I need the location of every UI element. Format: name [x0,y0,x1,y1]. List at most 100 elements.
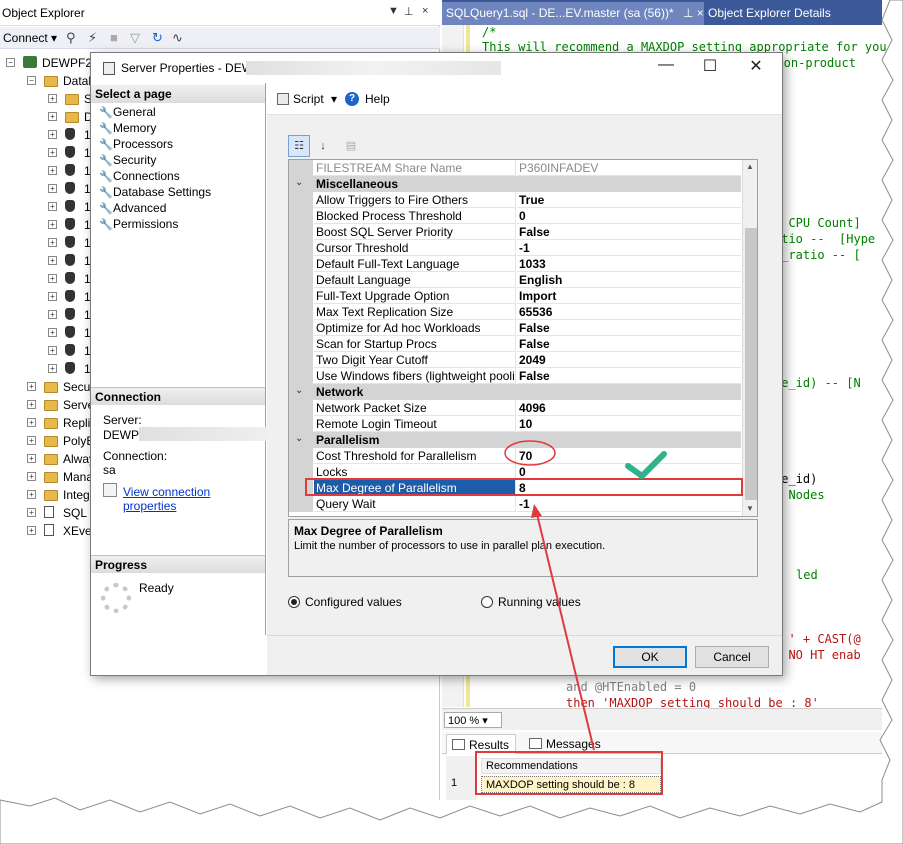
page-item-database-settings[interactable]: 🔧Database Settings [99,185,211,201]
expand-icon[interactable]: + [27,508,36,517]
property-row[interactable]: Boost SQL Server Priority False [289,224,741,240]
property-value[interactable]: 70 [517,448,741,464]
collapse-category-icon[interactable]: ⌄ [295,433,303,444]
close-dialog-icon[interactable]: ✕ [741,56,771,76]
refresh-icon[interactable]: ↻ [152,30,163,46]
property-value[interactable]: 10 [517,416,741,432]
property-row[interactable]: Two Digit Year Cutoff 2049 [289,352,741,368]
page-item-advanced[interactable]: 🔧Advanced [99,201,167,217]
expand-icon[interactable]: + [27,436,36,445]
zoom-select[interactable]: 100 % ▾ [444,712,502,728]
radio-configured-values[interactable]: Configured values [288,595,402,609]
property-value[interactable]: False [517,368,741,384]
expand-icon[interactable]: + [27,382,36,391]
property-row[interactable]: Optimize for Ad hoc Workloads False [289,320,741,336]
expand-icon[interactable]: + [48,148,57,157]
expand-icon[interactable]: + [27,454,36,463]
page-item-general[interactable]: 🔧General [99,105,156,121]
expand-icon[interactable]: + [48,364,57,373]
property-value[interactable]: Import [517,288,741,304]
expand-icon[interactable]: + [48,202,57,211]
expand-icon[interactable]: + [48,220,57,229]
property-row[interactable]: Remote Login Timeout 10 [289,416,741,432]
tab-object-explorer-details[interactable]: Object Explorer Details [704,2,882,25]
expand-icon[interactable]: + [48,328,57,337]
result-cell[interactable]: MAXDOP setting should be : 8 [481,776,661,793]
property-value[interactable]: English [517,272,741,288]
property-row[interactable]: Allow Triggers to Fire Others True [289,192,741,208]
expand-icon[interactable]: + [27,400,36,409]
property-value[interactable]: 2049 [517,352,741,368]
property-category[interactable]: ⌄ Network [289,384,741,400]
expand-icon[interactable]: + [48,130,57,139]
radio-configured-dot[interactable] [288,596,300,608]
expand-icon[interactable]: + [27,526,36,535]
expand-icon[interactable]: + [48,184,57,193]
scroll-down-icon[interactable]: ▼ [746,504,754,513]
expand-icon[interactable]: + [27,418,36,427]
tab-messages[interactable]: Messages [524,734,607,754]
property-row[interactable]: Locks 0 [289,464,741,480]
expand-icon[interactable]: + [48,238,57,247]
collapse-icon[interactable]: − [27,76,36,85]
pin-icon[interactable]: ⊥ [404,5,414,18]
property-row[interactable]: Max Text Replication Size 65536 [289,304,741,320]
expand-icon[interactable]: + [27,490,36,499]
expand-icon[interactable]: + [48,310,57,319]
connect-button[interactable]: Connect ▾ [3,31,57,45]
expand-icon[interactable]: + [48,256,57,265]
property-value[interactable]: -1 [517,496,741,512]
property-value[interactable]: False [517,320,741,336]
scroll-thumb[interactable] [745,228,757,500]
property-category[interactable]: ⌄ Miscellaneous [289,176,741,192]
categorized-icon[interactable]: ☷ [288,135,310,157]
property-pages-icon[interactable]: ▤ [340,135,362,157]
property-row[interactable]: Max Degree of Parallelism 8 [289,480,741,496]
close-icon[interactable]: × [422,5,428,17]
tab-sqlquery1[interactable]: SQLQuery1.sql - DE...EV.master (sa (56))… [442,2,704,25]
property-value[interactable]: P360INFADEV [517,160,741,176]
stop-icon[interactable]: ■ [110,30,118,45]
expand-icon[interactable]: + [48,166,57,175]
column-header-recommendations[interactable]: Recommendations [481,758,661,774]
page-item-processors[interactable]: 🔧Processors [99,137,173,153]
page-item-connections[interactable]: 🔧Connections [99,169,180,185]
property-value[interactable]: False [517,224,741,240]
property-row[interactable]: Query Wait -1 [289,496,741,512]
activity-monitor-icon[interactable]: ∿ [172,30,183,46]
dropdown-icon[interactable]: ▼ [388,5,399,17]
page-item-permissions[interactable]: 🔧Permissions [99,217,178,233]
property-row[interactable]: Network Packet Size 4096 [289,400,741,416]
property-value[interactable]: 1033 [517,256,741,272]
collapse-category-icon[interactable]: ⌄ [295,177,303,188]
disconnect-icon[interactable]: ⚡ [88,30,97,46]
page-item-memory[interactable]: 🔧Memory [99,121,156,137]
cancel-button[interactable]: Cancel [695,646,769,668]
maximize-icon[interactable]: ☐ [695,56,725,76]
property-row[interactable]: Full-Text Upgrade Option Import [289,288,741,304]
view-connection-properties-link[interactable]: View connection properties [123,485,265,513]
property-row[interactable]: Default Full-Text Language 1033 [289,256,741,272]
expand-icon[interactable]: + [48,346,57,355]
connect-plug-icon[interactable]: ⚲ [66,30,76,46]
filter-icon[interactable]: ▽ [130,30,140,46]
property-row[interactable]: Blocked Process Threshold 0 [289,208,741,224]
property-value[interactable]: False [517,336,741,352]
radio-running-values[interactable]: Running values [481,595,581,609]
property-row[interactable]: Cursor Threshold -1 [289,240,741,256]
property-category[interactable]: ⌄ Parallelism [289,432,741,448]
collapse-category-icon[interactable]: ⌄ [295,385,303,396]
page-item-security[interactable]: 🔧Security [99,153,156,169]
tab-pin-close-icon[interactable]: ⊥ × [683,6,704,20]
property-row[interactable]: Cost Threshold for Parallelism 70 [289,448,741,464]
minimize-icon[interactable]: — [651,56,681,74]
expand-icon[interactable]: + [27,472,36,481]
property-grid-scrollbar[interactable]: ▲ ▼ [742,160,757,516]
collapse-icon[interactable]: − [6,58,15,67]
property-value[interactable]: -1 [517,240,741,256]
property-row[interactable]: FILESTREAM Share Name P360INFADEV [289,160,741,176]
property-row[interactable]: Default Language English [289,272,741,288]
property-row[interactable]: Scan for Startup Procs False [289,336,741,352]
expand-icon[interactable]: + [48,112,57,121]
property-value[interactable]: True [517,192,741,208]
